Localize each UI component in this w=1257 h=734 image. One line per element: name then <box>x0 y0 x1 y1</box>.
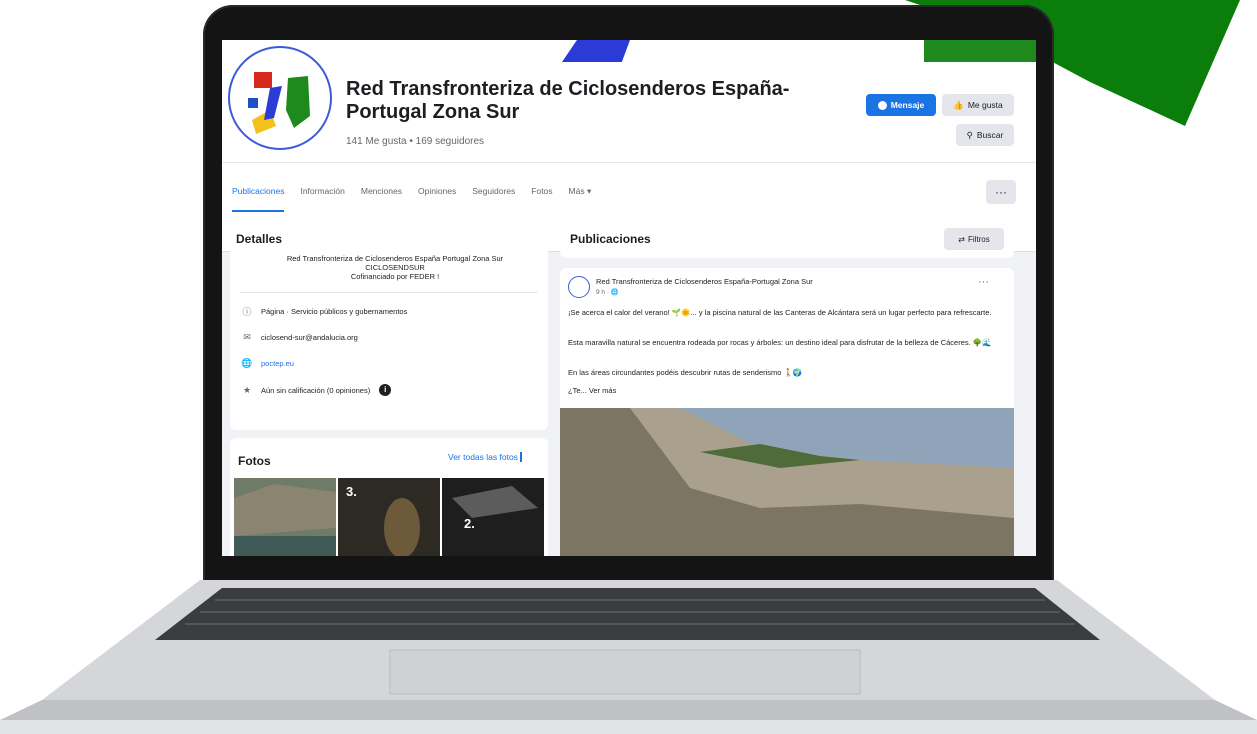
message-button[interactable]: Mensaje <box>866 94 936 116</box>
facebook-page-screen: Red Transfronteriza de Ciclosenderos Esp… <box>222 40 1036 556</box>
more-options-button[interactable]: ··· <box>986 180 1016 204</box>
post-paragraph: En las áreas circundantes podéis descubr… <box>568 368 803 377</box>
thumbnail-image <box>442 478 544 556</box>
page-tabs: Publicaciones Información Menciones Opin… <box>222 180 591 212</box>
rating-text: Aún sin calificación (0 opiniones) <box>261 385 371 395</box>
details-card: Detalles Red Transfronteriza de Ciclosen… <box>230 220 548 430</box>
messenger-icon <box>877 100 887 110</box>
email-text: ciclosend-sur@andalucia.org <box>261 332 358 342</box>
photo-thumbnail[interactable] <box>234 478 336 556</box>
info-icon: ⓘ <box>242 306 252 317</box>
tab-mas[interactable]: Más ▾ <box>569 180 592 212</box>
sliders-icon: ⇄ <box>958 234 965 244</box>
page-title: Red Transfronteriza de Ciclosenderos Esp… <box>346 78 790 123</box>
intro-line: CICLOSENDSUR <box>365 263 425 272</box>
star-icon: ★ <box>242 384 252 395</box>
profile-picture[interactable] <box>228 46 332 150</box>
see-more-link[interactable]: ¿Te... Ver más <box>568 386 1004 396</box>
search-label: Buscar <box>976 130 1004 140</box>
cover-green-shape <box>924 40 1036 62</box>
posts-title: Publicaciones <box>570 232 651 246</box>
tab-opiniones[interactable]: Opiniones <box>418 180 456 212</box>
like-button[interactable]: 👍 Me gusta <box>942 94 1014 116</box>
message-label: Mensaje <box>890 100 925 110</box>
page-stats: 141 Me gusta • 169 seguidores <box>346 136 485 147</box>
filter-label: Filtros <box>967 234 990 244</box>
header-divider <box>222 162 1036 163</box>
filter-button[interactable]: ⇄ Filtros <box>944 228 1004 250</box>
info-row-rating: ★ Aún sin calificación (0 opiniones) i <box>242 384 392 396</box>
tab-seguidores[interactable]: Seguidores <box>472 180 515 212</box>
thumbnail-number: 2. <box>464 516 475 531</box>
tab-fotos[interactable]: Fotos <box>531 180 552 212</box>
thumbnail-number: 3. <box>346 484 357 499</box>
photos-card: Fotos Ver todas las fotos 3. 2. <box>230 438 548 556</box>
photo-thumbnail[interactable]: 3. <box>338 478 440 556</box>
see-all-photos-link[interactable]: Ver todas las fotos <box>448 452 522 462</box>
email-icon: ✉ <box>243 331 251 342</box>
post-timestamp[interactable]: 9 h · 🌐 <box>596 288 619 296</box>
info-row-website[interactable]: 🌐 poctep.eu <box>241 357 294 368</box>
info-row-category: ⓘ Página · Servicio públicos y gubername… <box>242 306 408 317</box>
thumbnail-image <box>234 478 336 556</box>
laptop-base <box>0 580 1257 734</box>
details-title: Detalles <box>236 232 283 246</box>
website-link[interactable]: poctep.eu <box>261 359 294 368</box>
page-intro: Red Transfronteriza de Ciclosenderos Esp… <box>250 254 540 281</box>
post-image[interactable] <box>560 408 1014 556</box>
ciclosendsur-logo <box>248 72 310 134</box>
web-icon: 🌐 <box>241 357 253 368</box>
post-paragraph: Esta maravilla natural se encuentra rode… <box>568 338 992 347</box>
tab-menciones[interactable]: Menciones <box>361 180 402 212</box>
cover-blue-shape <box>562 40 630 62</box>
photos-title: Fotos <box>238 454 271 468</box>
intro-line: Red Transfronteriza de Ciclosenderos Esp… <box>286 254 504 263</box>
info-badge-icon[interactable]: i <box>379 384 392 396</box>
search-button[interactable]: ⚲ Buscar <box>956 124 1014 146</box>
category-text: Página · Servicio públicos y gubernament… <box>261 306 408 316</box>
tab-publicaciones[interactable]: Publicaciones <box>232 180 285 212</box>
intro-line: Cofinanciado por FEDER ! <box>350 272 440 281</box>
thumbs-up-icon: 👍 <box>953 99 964 110</box>
post-card: Red Transfronteriza de Ciclosenderos Esp… <box>560 268 1014 556</box>
posts-header-card: Publicaciones ⇄ Filtros <box>560 220 1014 258</box>
post-author-avatar[interactable] <box>568 276 590 298</box>
info-row-email[interactable]: ✉ ciclosend-sur@andalucia.org <box>242 332 358 342</box>
post-options-icon[interactable]: ··· <box>978 276 989 288</box>
search-icon: ⚲ <box>966 129 973 140</box>
tab-informacion[interactable]: Información <box>300 180 344 212</box>
photo-thumbnail[interactable]: 2. <box>442 478 544 556</box>
post-paragraph: ¡Se acerca el calor del verano! 🌱🌞... y … <box>568 308 992 317</box>
post-author[interactable]: Red Transfronteriza de Ciclosenderos Esp… <box>596 277 813 286</box>
divider <box>240 292 538 293</box>
like-label: Me gusta <box>967 100 1003 110</box>
